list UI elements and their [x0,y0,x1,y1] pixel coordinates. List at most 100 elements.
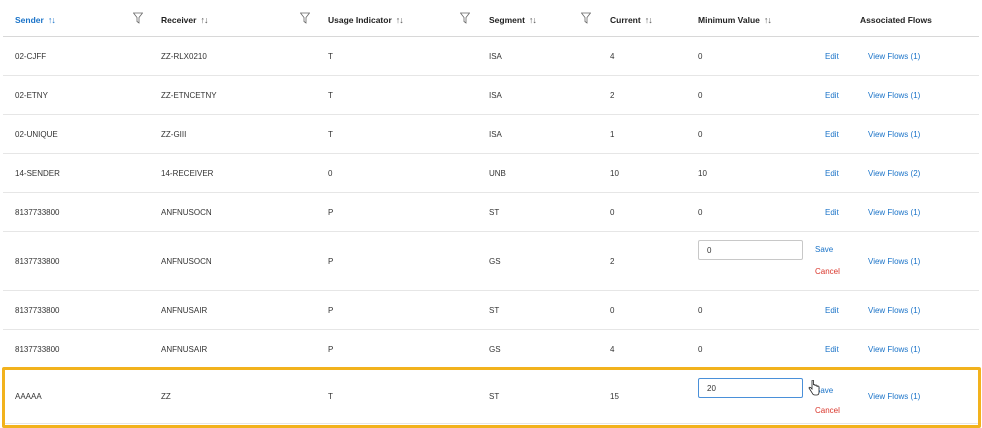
sort-icon[interactable]: ↑↓ [48,15,56,25]
grid-header: Sender ↑↓ Receiver ↑↓ Usage Indicator ↑↓ Segme… [3,0,979,37]
cell-receiver: ZZ-GIII [161,130,187,139]
cell-sender: 8137733800 [15,345,60,354]
cancel-button[interactable]: Cancel [815,406,840,415]
cell-current: 0 [610,306,615,315]
cell-segment: ST [489,208,500,217]
edit-button[interactable]: Edit [825,169,839,178]
cell-usage: P [328,208,334,217]
cell-usage: P [328,345,334,354]
cell-usage: T [328,392,333,401]
hand-pointer-icon [808,380,820,396]
cell-sender: 14-SENDER [15,169,60,178]
cell-segment: UNB [489,169,506,178]
cancel-button[interactable]: Cancel [815,267,840,276]
cell-receiver: ANFNUSOCN [161,208,212,217]
column-header-usage-indicator[interactable]: Usage Indicator ↑↓ [328,15,404,25]
sort-icon[interactable]: ↑↓ [645,15,653,25]
view-flows-link[interactable]: View Flows (1) [868,257,920,266]
cell-sender: 8137733800 [15,306,60,315]
edit-button[interactable]: Edit [825,91,839,100]
column-header-minimum-value[interactable]: Minimum Value ↑↓ [698,15,772,25]
cell-usage: 0 [328,169,333,178]
column-header-label: Segment [489,15,525,25]
table-row: 02-ETNY ZZ-ETNCETNY T ISA 2 0 Edit View Flows (… [3,76,979,115]
table-row: 8137733800 ANFNUSAIR P GS 4 0 Edit View Flows (… [3,330,979,369]
cell-minimum-value: 0 [698,52,703,61]
column-header-associated-flows[interactable]: Associated Flows [860,15,932,25]
cell-segment: ISA [489,130,502,139]
save-button[interactable]: Save [815,245,833,254]
table-row: 02-UNIQUE ZZ-GIII T ISA 1 0 Edit View Flows (1) [3,115,979,154]
cell-minimum-value: 0 [698,208,703,217]
cell-minimum-value: 10 [698,169,707,178]
minimum-value-input[interactable] [698,240,803,260]
filter-funnel-icon[interactable] [133,12,143,24]
filter-funnel-icon[interactable] [300,12,310,24]
table-row: 8137733800 ANFNUSAIR P ST 0 0 Edit View Flows (… [3,291,979,330]
column-header-label: Associated Flows [860,15,932,25]
view-flows-link[interactable]: View Flows (1) [868,306,920,315]
sort-icon[interactable]: ↑↓ [396,15,404,25]
column-header-label: Usage Indicator [328,15,392,25]
cell-minimum-value: 0 [698,91,703,100]
column-header-segment[interactable]: Segment ↑↓ [489,15,537,25]
cell-segment: ST [489,392,500,401]
sort-icon[interactable]: ↑↓ [764,15,772,25]
cell-sender: 8137733800 [15,208,60,217]
column-header-receiver[interactable]: Receiver ↑↓ [161,15,208,25]
cell-sender: 8137733800 [15,257,60,266]
cell-receiver: ZZ-RLX0210 [161,52,207,61]
column-header-sender[interactable]: Sender ↑↓ [15,15,56,25]
column-header-current[interactable]: Current ↑↓ [610,15,653,25]
sort-icon[interactable]: ↑↓ [529,15,537,25]
table-row: 02-CJFF ZZ-RLX0210 T ISA 4 0 Edit View Flows (1… [3,37,979,76]
edit-button[interactable]: Edit [825,52,839,61]
column-header-label: Sender [15,15,44,25]
grid-body: 02-CJFF ZZ-RLX0210 T ISA 4 0 Edit View Flows (1… [0,37,982,424]
table-row: 8137733800 ANFNUSOCN P GS 2 Save Cancel View Fl… [3,232,979,291]
cell-usage: P [328,306,334,315]
view-flows-link[interactable]: View Flows (1) [868,130,920,139]
edit-button[interactable]: Edit [825,306,839,315]
cell-sender: 02-CJFF [15,52,47,61]
view-flows-link[interactable]: View Flows (2) [868,169,920,178]
view-flows-link[interactable]: View Flows (1) [868,392,920,401]
edit-button[interactable]: Edit [825,208,839,217]
cell-usage: P [328,257,334,266]
column-header-label: Current [610,15,641,25]
edit-button[interactable]: Edit [825,345,839,354]
filter-funnel-icon[interactable] [581,12,591,24]
cell-current: 10 [610,169,619,178]
cell-segment: ST [489,306,500,315]
cell-current: 4 [610,345,615,354]
cell-minimum-value: 0 [698,306,703,315]
sort-icon[interactable]: ↑↓ [200,15,208,25]
cell-receiver: ZZ [161,392,171,401]
cell-segment: ISA [489,52,502,61]
cell-receiver: ANFNUSAIR [161,345,208,354]
filter-funnel-icon[interactable] [460,12,470,24]
cell-current: 0 [610,208,615,217]
view-flows-link[interactable]: View Flows (1) [868,52,920,61]
table-row: 8137733800 ANFNUSOCN P ST 0 0 Edit View Flows (… [3,193,979,232]
cell-current: 15 [610,392,619,401]
cell-current: 2 [610,257,615,266]
cell-receiver: ANFNUSAIR [161,306,208,315]
column-header-label: Minimum Value [698,15,760,25]
cell-segment: GS [489,257,501,266]
cell-current: 1 [610,130,615,139]
cell-receiver: 14-RECEIVER [161,169,214,178]
edit-button[interactable]: Edit [825,130,839,139]
cell-segment: ISA [489,91,502,100]
cell-sender: 02-ETNY [15,91,48,100]
cell-usage: T [328,91,333,100]
column-header-label: Receiver [161,15,197,25]
cell-sender: 02-UNIQUE [15,130,58,139]
view-flows-link[interactable]: View Flows (1) [868,91,920,100]
view-flows-link[interactable]: View Flows (1) [868,208,920,217]
cell-usage: T [328,52,333,61]
cell-current: 2 [610,91,615,100]
minimum-value-input[interactable] [698,378,803,398]
cell-receiver: ZZ-ETNCETNY [161,91,217,100]
view-flows-link[interactable]: View Flows (1) [868,345,920,354]
